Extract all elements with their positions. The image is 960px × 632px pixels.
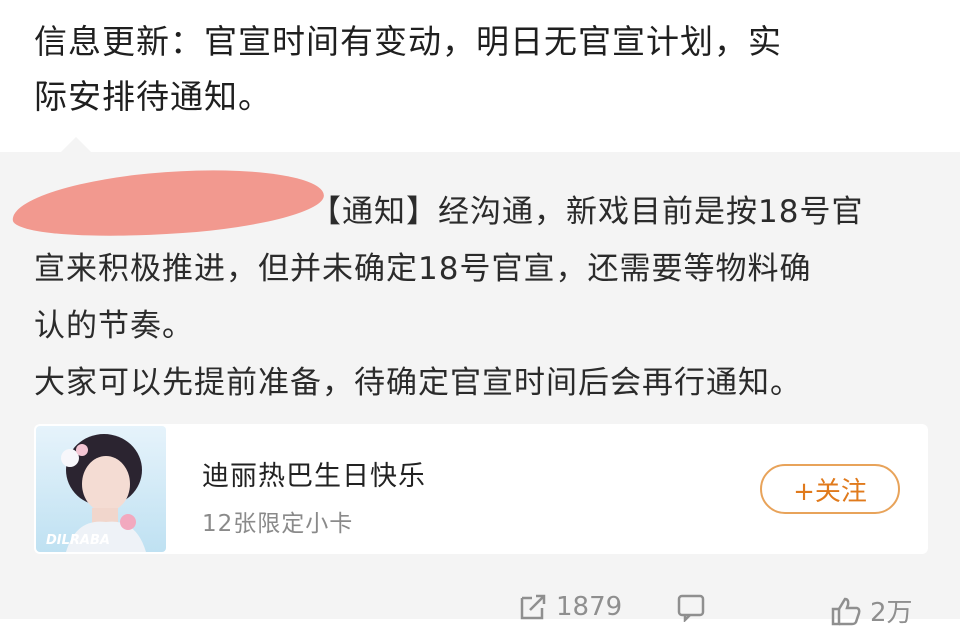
like-action[interactable]: 2万	[830, 592, 913, 629]
card-subtitle: 12张限定小卡	[202, 511, 354, 537]
retweet-text-line: 认的节奏。	[34, 308, 194, 344]
comment-icon	[677, 594, 705, 622]
action-bar: 1879 2万	[0, 592, 960, 632]
follow-button[interactable]: +关注	[760, 464, 900, 514]
retweet-caret	[60, 137, 92, 153]
product-card[interactable]: DILRABA 迪丽热巴生日快乐 12张限定小卡 +关注	[34, 424, 928, 554]
retweet-text-line: 宣来积极推进，但并未确定18号官宣，还需要等物料确	[34, 251, 812, 287]
retweet-text: 【通知】经沟通，新戏目前是按18号官 宣来积极推进，但并未确定18号官宣，还需要…	[34, 184, 934, 412]
share-count: 1879	[556, 592, 623, 622]
thumbs-up-icon	[831, 597, 861, 625]
post-text-line: 信息更新：官宣时间有变动，明日无官宣计划，实	[34, 22, 782, 61]
card-thumbnail[interactable]: DILRABA	[36, 426, 166, 552]
thumb-caption: DILRABA	[46, 533, 110, 548]
retweet-text-line: 大家可以先提前准备，待确定官宣时间后会再行通知。	[34, 365, 802, 401]
comment-action[interactable]	[676, 592, 714, 622]
card-title: 迪丽热巴生日快乐	[202, 461, 426, 492]
retweet-text-line: 【通知】经沟通，新戏目前是按18号官	[310, 194, 864, 230]
post-text-line: 际安排待通知。	[34, 77, 272, 116]
post-text: 信息更新：官宣时间有变动，明日无官宣计划，实 际安排待通知。	[34, 14, 914, 124]
like-count: 2万	[870, 598, 913, 628]
share-icon	[520, 594, 546, 620]
share-action[interactable]: 1879	[518, 592, 622, 622]
